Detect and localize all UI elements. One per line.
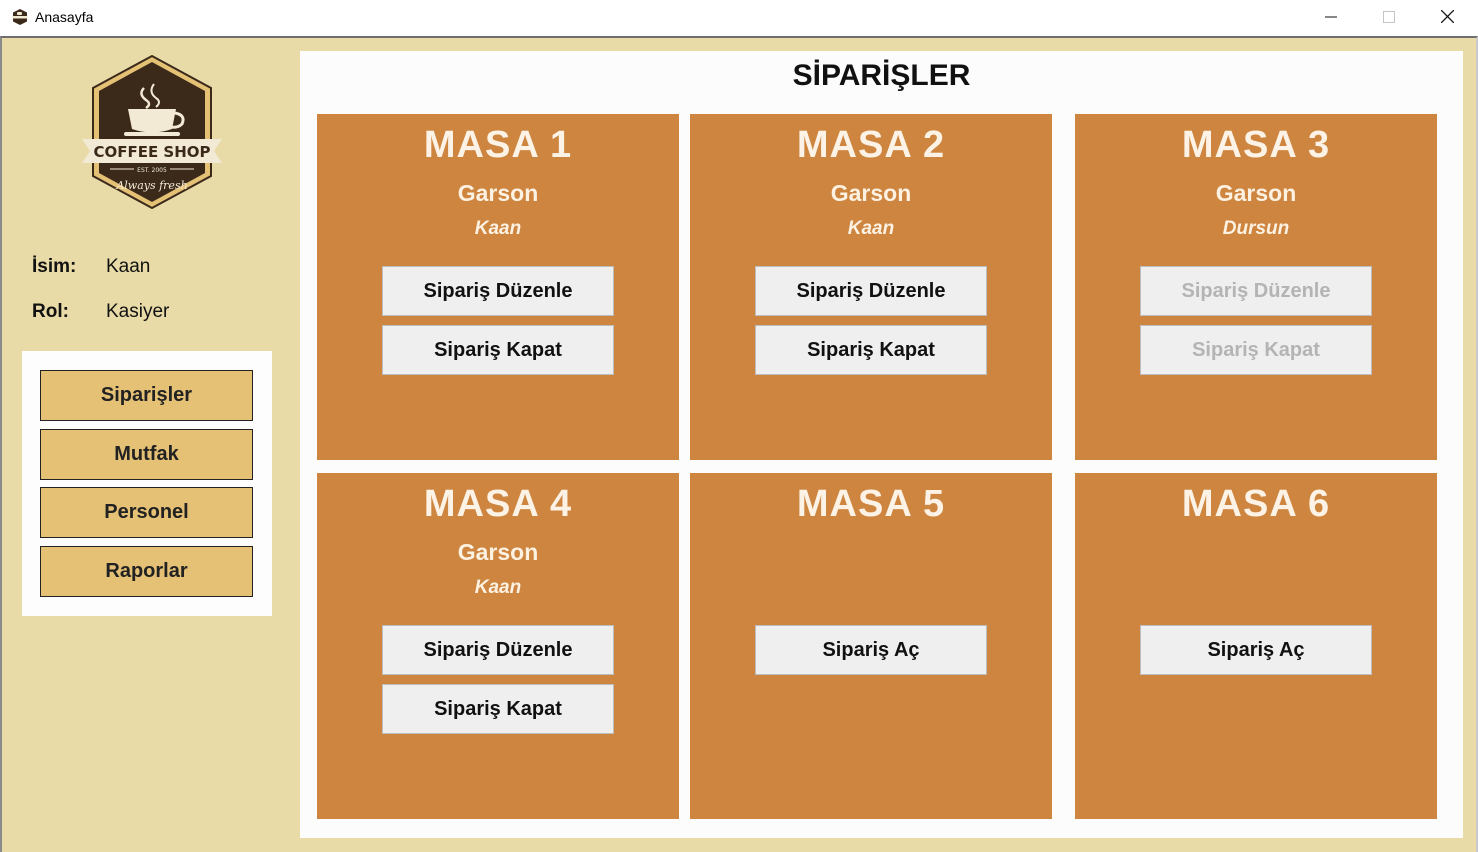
edit-order-button[interactable]: Sipariş Düzenle <box>382 625 614 675</box>
name-label: İsim: <box>32 256 77 277</box>
close-icon <box>1440 10 1454 23</box>
title-bar: Anasayfa <box>0 0 1478 36</box>
logo-text-main: COFFEE SHOP <box>93 143 210 161</box>
table-card-6: MASA 6 Sipariş Aç <box>1075 473 1437 819</box>
edit-order-button[interactable]: Sipariş Düzenle <box>382 266 614 316</box>
open-order-button[interactable]: Sipariş Aç <box>755 625 987 675</box>
waiter-name: Kaan <box>474 577 522 598</box>
table-title: MASA 3 <box>1181 124 1331 166</box>
table-title: MASA 1 <box>423 124 573 166</box>
nav-button-mutfak[interactable]: Mutfak <box>40 429 253 480</box>
close-order-button[interactable]: Sipariş Kapat <box>382 684 614 734</box>
close-order-button[interactable]: Sipariş Kapat <box>382 325 614 375</box>
coffee-shop-logo: COFFEE SHOP EST. 2005 Always fresh <box>82 54 222 210</box>
table-card-5: MASA 5 Sipariş Aç <box>690 473 1052 819</box>
close-button[interactable] <box>1418 0 1476 33</box>
nav-button-personel[interactable]: Personel <box>40 487 253 538</box>
edit-order-button[interactable]: Sipariş Düzenle <box>755 266 987 316</box>
close-order-button[interactable]: Sipariş Kapat <box>755 325 987 375</box>
table-card-3: MASA 3 Garson Dursun Sipariş Düzenle Sip… <box>1075 114 1437 460</box>
minimize-button[interactable] <box>1302 0 1360 33</box>
waiter-label: Garson <box>830 180 912 206</box>
waiter-label: Garson <box>457 180 539 206</box>
minimize-icon <box>1325 16 1337 17</box>
window-title: Anasayfa <box>35 9 94 25</box>
edit-order-button-disabled: Sipariş Düzenle <box>1140 266 1372 316</box>
nav-button-raporlar[interactable]: Raporlar <box>40 546 253 597</box>
logo-text-est: EST. 2005 <box>137 167 167 174</box>
waiter-name: Kaan <box>474 218 522 239</box>
close-order-button-disabled: Sipariş Kapat <box>1140 325 1372 375</box>
waiter-label: Garson <box>457 539 539 565</box>
table-title: MASA 6 <box>1181 483 1331 525</box>
maximize-icon <box>1383 10 1395 23</box>
main-window: COFFEE SHOP EST. 2005 Always fresh İsim:… <box>0 36 1478 852</box>
coffee-shop-icon <box>12 9 28 25</box>
orders-panel: SİPARİŞLER MASA 1 Garson Kaan Sipariş Dü… <box>300 51 1463 838</box>
nav-panel: Siparişler Mutfak Personel Raporlar <box>22 351 272 616</box>
page-title: SİPARİŞLER <box>792 59 971 92</box>
table-card-4: MASA 4 Garson Kaan Sipariş Düzenle Sipar… <box>317 473 679 819</box>
nav-button-siparisler[interactable]: Siparişler <box>40 370 253 421</box>
maximize-button[interactable] <box>1360 0 1418 33</box>
table-title: MASA 4 <box>423 483 573 525</box>
role-value: Kasiyer <box>106 301 170 322</box>
role-label: Rol: <box>32 301 69 322</box>
waiter-label: Garson <box>1215 180 1297 206</box>
logo-text-script: Always fresh <box>115 179 187 192</box>
open-order-button[interactable]: Sipariş Aç <box>1140 625 1372 675</box>
waiter-name: Dursun <box>1222 218 1290 239</box>
table-title: MASA 5 <box>796 483 946 525</box>
table-card-1: MASA 1 Garson Kaan Sipariş Düzenle Sipar… <box>317 114 679 460</box>
name-value: Kaan <box>106 256 151 277</box>
table-card-2: MASA 2 Garson Kaan Sipariş Düzenle Sipar… <box>690 114 1052 460</box>
table-title: MASA 2 <box>796 124 946 166</box>
waiter-name: Kaan <box>847 218 895 239</box>
